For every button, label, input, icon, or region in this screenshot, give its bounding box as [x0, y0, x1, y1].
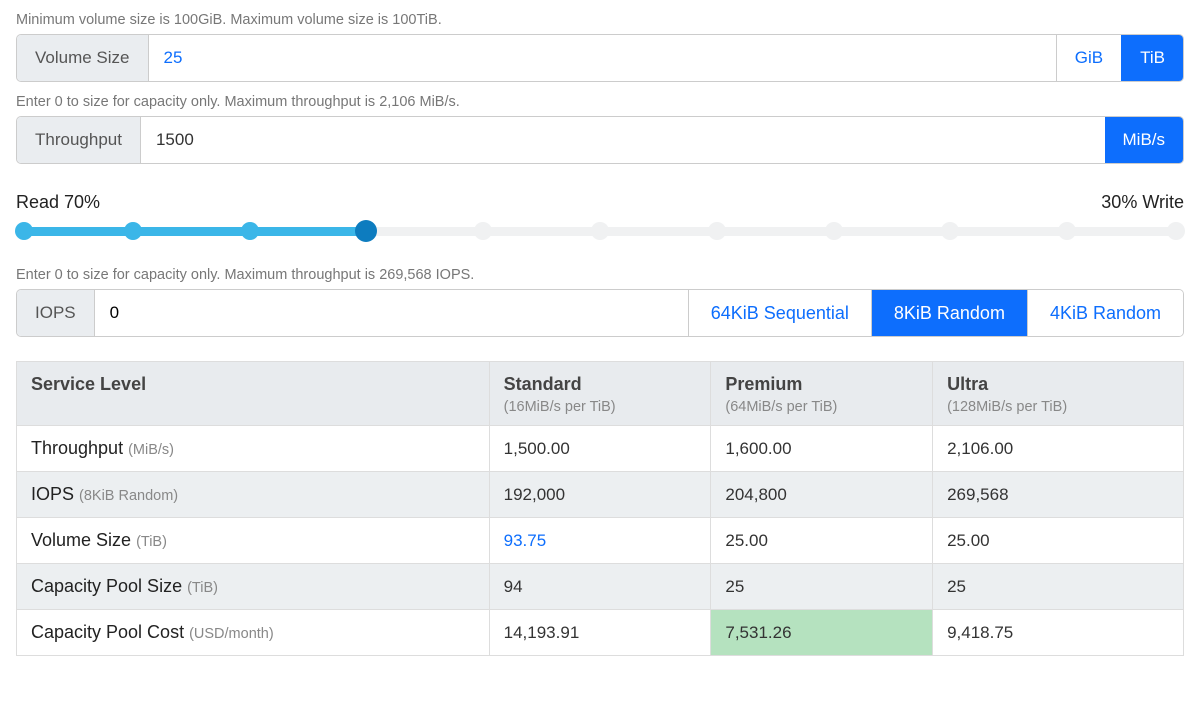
row-label: Capacity Pool Size (TiB) [17, 564, 490, 610]
cell-ultra: 25 [933, 564, 1184, 610]
volume-size-input[interactable] [149, 35, 1056, 81]
volume-size-label: Volume Size [17, 35, 149, 81]
iops-label: IOPS [17, 290, 95, 336]
th-premium: Premium (64MiB/s per TiB) [711, 362, 933, 426]
cell-standard: 14,193.91 [489, 610, 711, 656]
iops-help: Enter 0 to size for capacity only. Maxim… [16, 267, 1184, 283]
cell-ultra: 269,568 [933, 472, 1184, 518]
read-write-slider[interactable] [16, 221, 1184, 241]
cell-premium: 204,800 [711, 472, 933, 518]
table-row: Volume Size (TiB)93.7525.0025.00 [17, 518, 1184, 564]
cell-standard: 1,500.00 [489, 426, 711, 472]
iops-input[interactable] [95, 290, 688, 336]
table-row: IOPS (8KiB Random)192,000204,800269,568 [17, 472, 1184, 518]
volume-size-help: Minimum volume size is 100GiB. Maximum v… [16, 12, 1184, 28]
throughput-input[interactable] [141, 117, 1105, 163]
volume-size-group: Volume Size GiB TiB [16, 34, 1184, 82]
slider-read-label: Read 70% [16, 192, 100, 213]
cell-premium: 25 [711, 564, 933, 610]
slider-thumb[interactable] [355, 220, 377, 242]
cell-premium: 7,531.26 [711, 610, 933, 656]
cell-ultra: 9,418.75 [933, 610, 1184, 656]
row-label: Throughput (MiB/s) [17, 426, 490, 472]
cell-premium: 1,600.00 [711, 426, 933, 472]
throughput-group: Throughput MiB/s [16, 116, 1184, 164]
iops-group: IOPS 64KiB Sequential 8KiB Random 4KiB R… [16, 289, 1184, 337]
row-label: IOPS (8KiB Random) [17, 472, 490, 518]
slider-fill [16, 227, 366, 236]
cell-ultra: 2,106.00 [933, 426, 1184, 472]
service-level-table: Service Level Standard (16MiB/s per TiB)… [16, 361, 1184, 656]
slider-write-label: 30% Write [1101, 192, 1184, 213]
cell-standard: 192,000 [489, 472, 711, 518]
cell-ultra: 25.00 [933, 518, 1184, 564]
th-standard: Standard (16MiB/s per TiB) [489, 362, 711, 426]
table-row: Capacity Pool Cost (USD/month)14,193.917… [17, 610, 1184, 656]
cell-standard: 94 [489, 564, 711, 610]
iops-8kib-random-button[interactable]: 8KiB Random [871, 290, 1027, 336]
table-row: Capacity Pool Size (TiB)942525 [17, 564, 1184, 610]
th-service-level: Service Level [17, 362, 490, 426]
row-label: Volume Size (TiB) [17, 518, 490, 564]
iops-64kib-sequential-button[interactable]: 64KiB Sequential [688, 290, 871, 336]
unit-gib-button[interactable]: GiB [1056, 35, 1121, 81]
unit-tib-button[interactable]: TiB [1121, 35, 1183, 81]
table-row: Throughput (MiB/s)1,500.001,600.002,106.… [17, 426, 1184, 472]
cell-standard[interactable]: 93.75 [489, 518, 711, 564]
iops-4kib-random-button[interactable]: 4KiB Random [1027, 290, 1183, 336]
read-write-slider-section: Read 70% 30% Write [16, 192, 1184, 241]
th-ultra: Ultra (128MiB/s per TiB) [933, 362, 1184, 426]
row-label: Capacity Pool Cost (USD/month) [17, 610, 490, 656]
throughput-label: Throughput [17, 117, 141, 163]
throughput-unit: MiB/s [1105, 117, 1184, 163]
cell-premium: 25.00 [711, 518, 933, 564]
throughput-help: Enter 0 to size for capacity only. Maxim… [16, 94, 1184, 110]
